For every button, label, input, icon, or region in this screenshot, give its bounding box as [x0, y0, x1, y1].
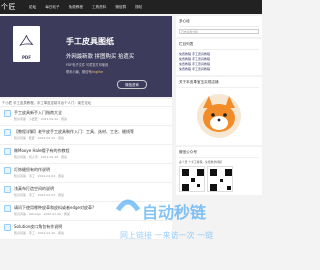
article-icon [4, 167, 11, 174]
nav-item-tutorials[interactable]: 免费教程 [69, 5, 83, 10]
wechat-panel: 微信公众号 多个皮 个手工教程，免费教学视频 [176, 147, 262, 195]
banner-contact: 联系小编，微信号jingjihe [66, 69, 103, 74]
article-feed: 个小匠 手工皮具教程，手工革皮定制平台个人门：案艺论坛 手工皮具新手入门指南大全… [0, 99, 172, 240]
article-title[interactable]: 做Mooye Hale帽子有的作教程 [14, 148, 69, 154]
top-nav: 个匠 论坛 每日帖子 免费教程 工具资料 微信群 搜帖 [0, 0, 262, 14]
mascot-panel: 关于本皮革宝玉实现店铺 [176, 77, 262, 145]
banner-title: 手工皮具图纸 [66, 37, 114, 46]
site-logo[interactable]: 个匠 [1, 2, 29, 12]
qr-code-icon [207, 166, 233, 192]
article-item[interactable]: 灯饰缝纫有的作说明 知识问答 · 手工 · 2022-02-04 · 阅读 [0, 164, 172, 183]
article-meta: 知识问答 · 小匠匠 · 2022-04-20 · 阅读 [14, 117, 68, 121]
mascot-title: 关于本皮革宝玉实现店铺 [179, 80, 259, 88]
article-meta: 知识问答 · 手工 · 2022-02-04 · 阅读 [14, 174, 65, 178]
article-title[interactable]: 请问下使用哪种皮革和皮料或者edge对皮革? [14, 205, 94, 211]
nav-item-wechat[interactable]: 微信群 [115, 5, 126, 10]
contact-id[interactable]: jingjihe [92, 70, 104, 74]
article-item[interactable]: 做Mooye Hale帽子有的作教程 知识问答 · 有人手 · 2022-02-… [0, 145, 172, 164]
article-icon [4, 148, 11, 155]
pdf-document-icon: PDF [13, 26, 40, 62]
fox-mascot-icon [197, 94, 241, 138]
article-icon [4, 110, 11, 117]
recent-link[interactable]: 免费教程 手工皮具教程 [179, 67, 259, 72]
nav-item-tools[interactable]: 工具资料 [92, 5, 106, 10]
article-title[interactable]: 手工皮具新手入门指南大全 [14, 110, 62, 116]
article-meta: 知识问答 · 手工 · 2022-02-03 · 阅读 [14, 193, 65, 197]
subscribe-panel: 多心经 日志标准分析 [176, 16, 262, 37]
banner-subtitle: 外网最新款 拼图购买 拾遗买 [66, 54, 135, 60]
wechat-desc: 多个皮 个手工教程，免费教学视频 [179, 160, 222, 164]
article-meta: 知识问答 · 匠匠 · 2022-04-20 · 阅读 [14, 136, 65, 140]
contact-prefix: 联系小编，微信号 [66, 70, 92, 74]
wechat-consult-button[interactable]: 微信咨询 [117, 80, 147, 89]
recent-panel: 栏目列表 免费教程 手工皮具教程 免费教程 手工皮具教程 免费教程 手工皮具教程… [176, 39, 262, 75]
article-title[interactable]: 灯饰缝纫有的作说明 [14, 167, 50, 173]
pdf-label: PDF [22, 55, 31, 60]
nav-item-forum[interactable]: 论坛 [29, 5, 36, 10]
pdf-symbol-icon [19, 35, 34, 47]
article-meta: 知识问答 · 有人手 · 2022-02-28 · 阅读 [14, 155, 68, 159]
promo-banner[interactable]: PDF 手工皮具图纸 外网最新款 拼图购买 拾遗买 PDF电子文件 可重复打印使… [0, 16, 172, 97]
wechat-title: 微信公众号 [179, 150, 259, 158]
nav-item-search[interactable]: 搜帖 [135, 5, 142, 10]
article-item[interactable]: 请问下使用哪种皮革和皮料或者edge对皮革? 知识问答 · leibeige ·… [0, 202, 172, 221]
article-title[interactable]: Solution皮口角包有作说明 [14, 224, 62, 230]
subscribe-input[interactable]: 日志标准分析 [179, 29, 259, 34]
recent-title: 栏目列表 [179, 42, 259, 50]
article-icon [4, 205, 11, 212]
article-icon [4, 224, 11, 231]
article-item[interactable]: 手工皮具新手入门指南大全 知识问答 · 小匠匠 · 2022-04-20 · 阅… [0, 107, 172, 126]
mascot-image [179, 90, 259, 142]
article-title[interactable]: 浅真布打造空间的说明 [14, 186, 54, 192]
article-meta: 知识问答 · 手工 · 2022-01-10 · 阅读 [14, 231, 65, 235]
feed-header: 个小匠 手工皮具教程，手工革皮定制平台个人门：案艺论坛 [0, 99, 172, 107]
article-item[interactable]: Solution皮口角包有作说明 知识问答 · 手工 · 2022-01-10 … [0, 221, 172, 240]
article-icon [4, 129, 11, 136]
article-title[interactable]: 【教程详解】老牛皮手工皮具制作入门：工具、选材、工艺、缝线等 [14, 129, 134, 135]
banner-description: PDF电子文件 可重复打印使用 [66, 63, 109, 67]
qr-code-icon [179, 166, 205, 192]
subscribe-title: 多心经 [179, 19, 259, 27]
nav-item-daily[interactable]: 每日帖子 [45, 5, 59, 10]
article-item[interactable]: 【教程详解】老牛皮手工皮具制作入门：工具、选材、工艺、缝线等 知识问答 · 匠匠… [0, 126, 172, 145]
article-icon [4, 186, 11, 193]
article-meta: 知识问答 · leibeige · 2022-01-20 · 阅读 [14, 212, 70, 216]
sidebar: 多心经 日志标准分析 栏目列表 免费教程 手工皮具教程 免费教程 手工皮具教程 … [176, 14, 262, 195]
article-item[interactable]: 浅真布打造空间的说明 知识问答 · 手工 · 2022-02-03 · 阅读 [0, 183, 172, 202]
